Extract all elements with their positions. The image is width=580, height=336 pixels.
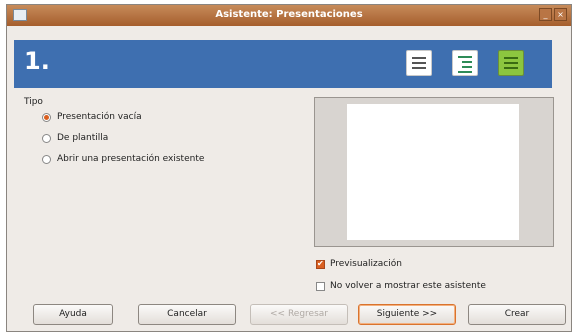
- radio-label: Presentación vacía: [57, 112, 142, 122]
- no-show-checkbox-row[interactable]: No volver a mostrar este asistente: [316, 281, 486, 291]
- preview-checkbox[interactable]: [316, 259, 325, 269]
- help-button[interactable]: Ayuda: [33, 304, 113, 325]
- minimize-icon[interactable]: _: [539, 8, 552, 21]
- preview-checkbox-label: Previsualización: [330, 259, 402, 269]
- outline-list-icon: [452, 50, 478, 76]
- window-controls: _ ×: [537, 8, 567, 21]
- radio-button[interactable]: [42, 112, 51, 122]
- back-button[interactable]: << Regresar: [250, 304, 348, 325]
- preview-page: [347, 104, 519, 240]
- preview-pane: [314, 97, 554, 247]
- radio-open-existing[interactable]: Abrir una presentación existente: [42, 154, 204, 164]
- radio-button[interactable]: [42, 154, 51, 164]
- radio-empty-presentation[interactable]: Presentación vacía: [42, 112, 142, 122]
- preview-checkbox-row[interactable]: Previsualización: [316, 259, 402, 269]
- create-button[interactable]: Crear: [468, 304, 566, 325]
- step-banner: 1.: [14, 40, 552, 88]
- radio-button[interactable]: [42, 133, 51, 143]
- window-title: Asistente: Presentaciones: [215, 9, 363, 20]
- no-show-checkbox-label: No volver a mostrar este asistente: [330, 281, 486, 291]
- title-bar[interactable]: Asistente: Presentaciones _ ×: [7, 5, 571, 26]
- tipo-label: Tipo: [24, 97, 43, 107]
- list-icon: [406, 50, 432, 76]
- close-icon[interactable]: ×: [554, 8, 567, 21]
- radio-from-template[interactable]: De plantilla: [42, 133, 108, 143]
- green-slide-icon: [498, 50, 524, 76]
- no-show-checkbox[interactable]: [316, 281, 325, 291]
- step-number: 1.: [24, 47, 50, 75]
- radio-label: De plantilla: [57, 133, 109, 143]
- cancel-button[interactable]: Cancelar: [138, 304, 236, 325]
- radio-label: Abrir una presentación existente: [57, 154, 205, 164]
- next-button[interactable]: Siguiente >>: [358, 304, 456, 325]
